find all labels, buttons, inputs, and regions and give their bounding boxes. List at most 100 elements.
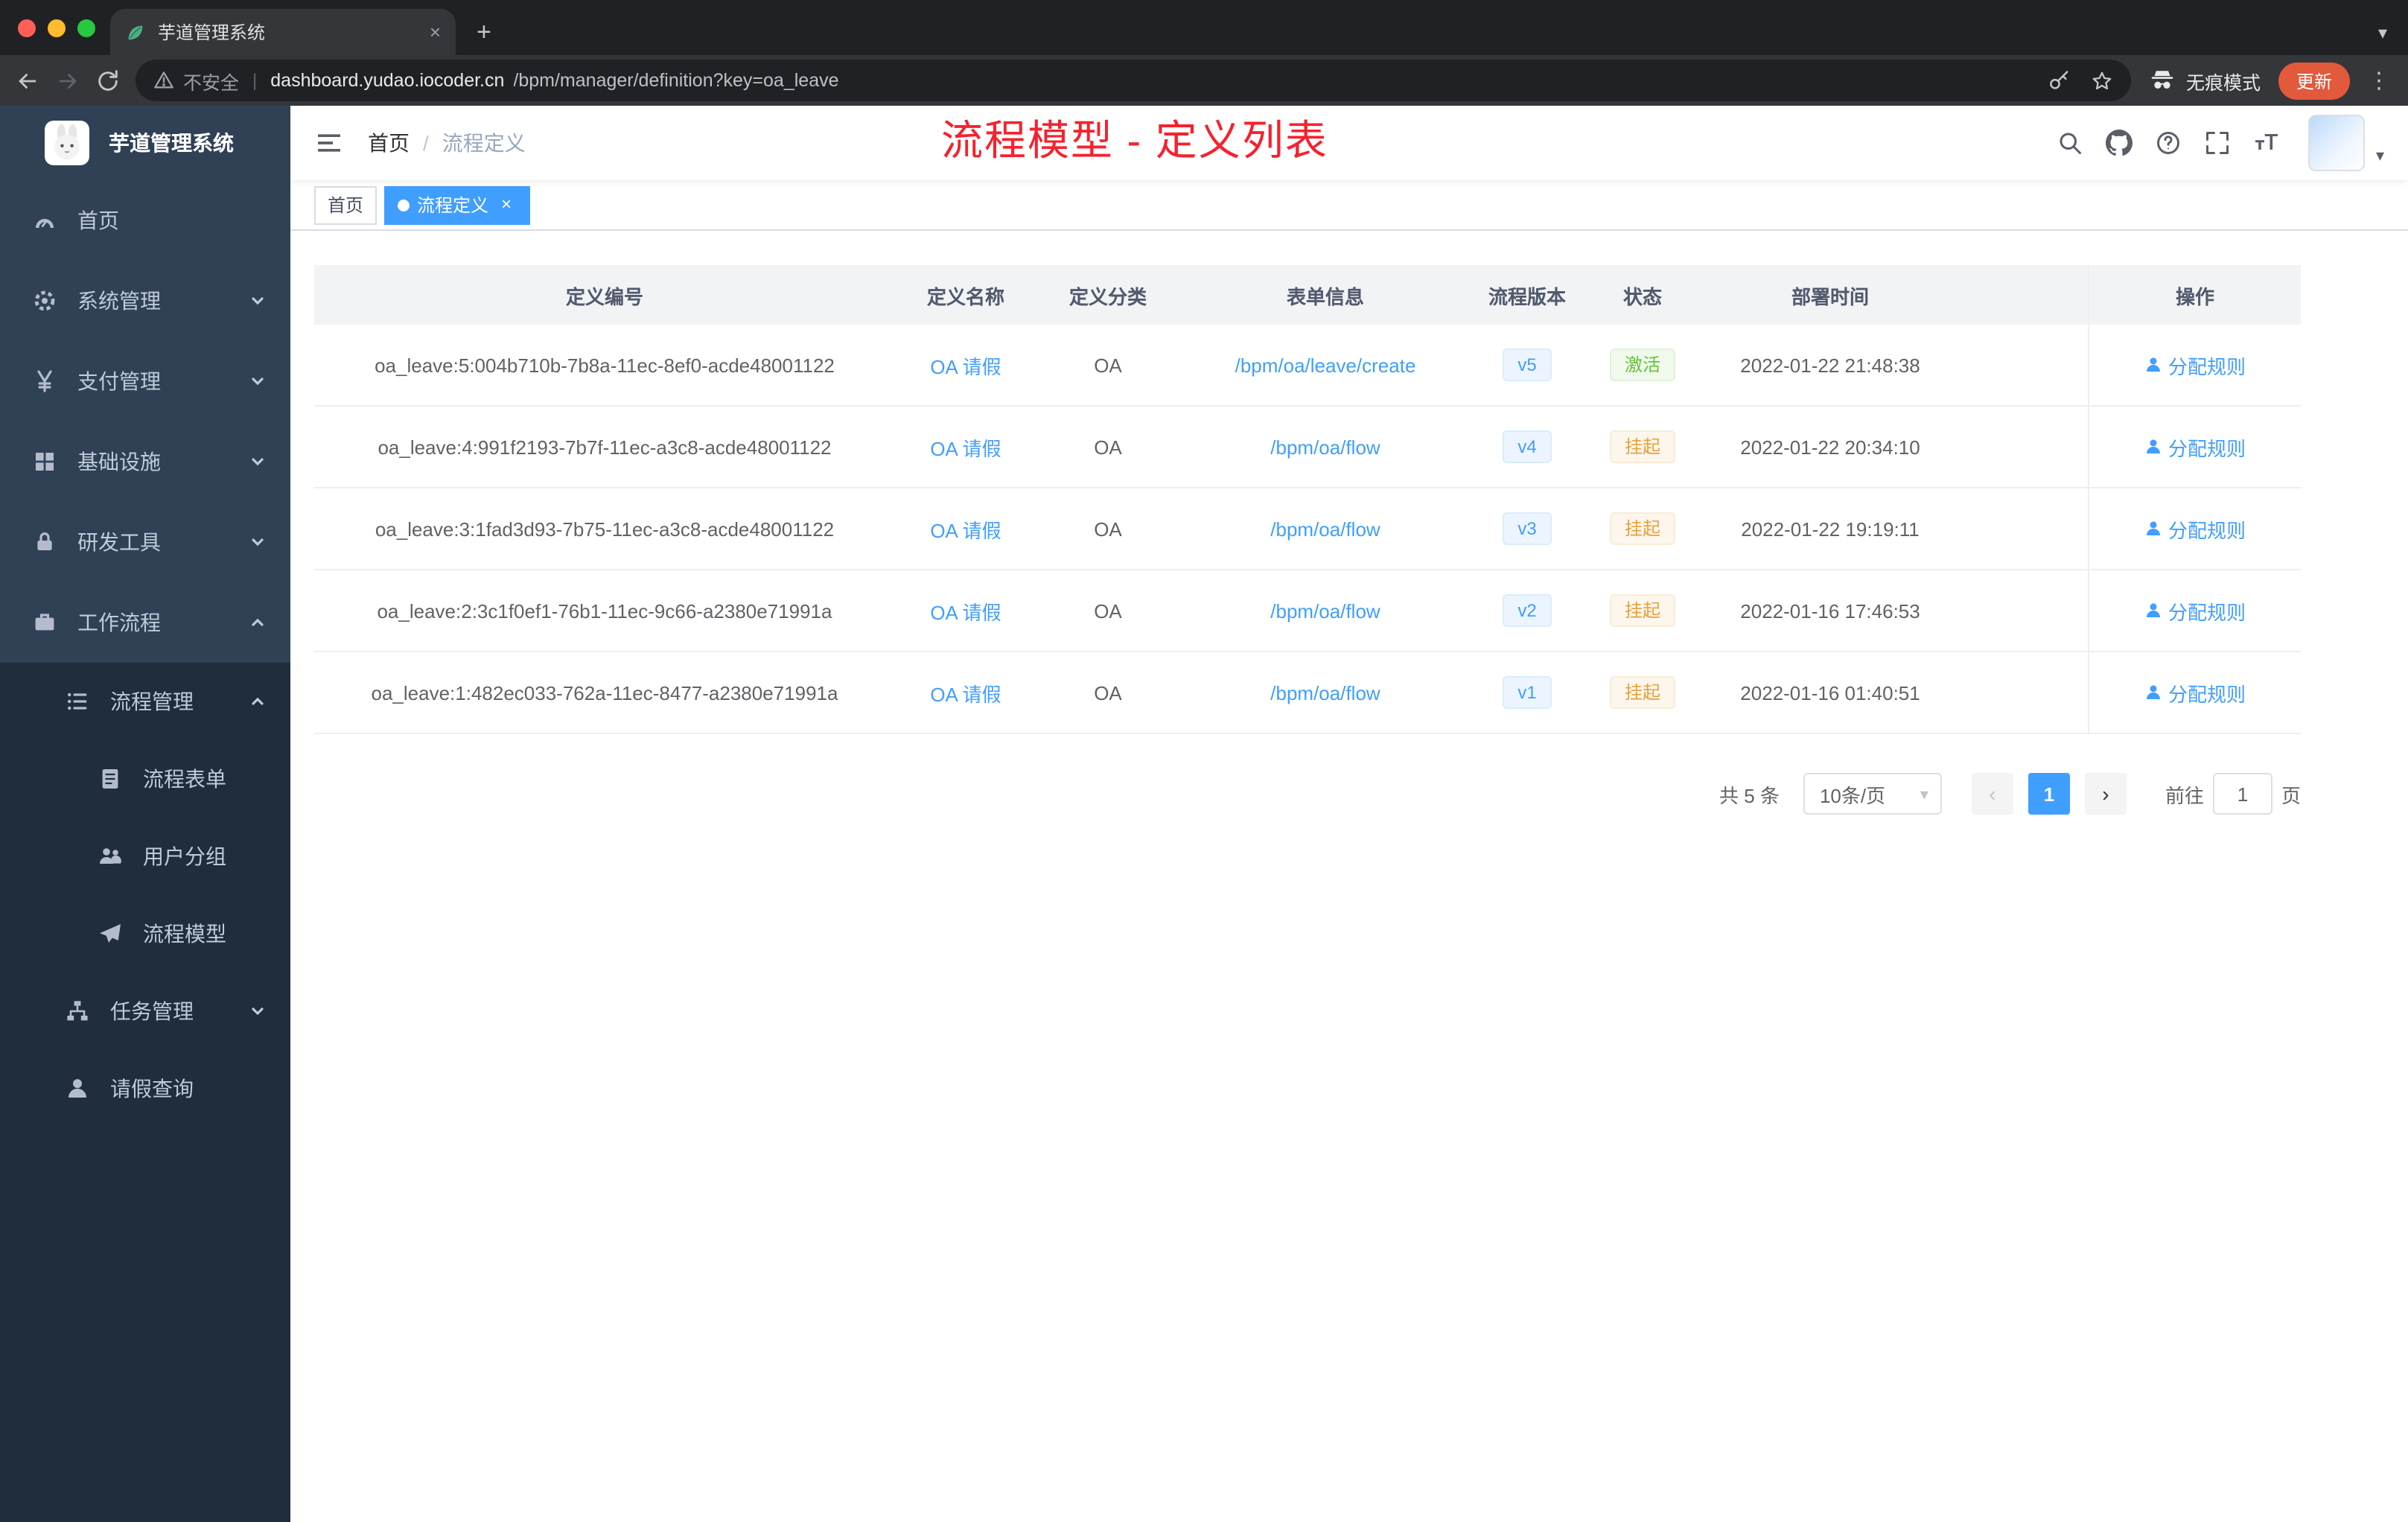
sidebar-item-task-manage[interactable]: 任务管理 [0,972,290,1050]
browser-tab[interactable]: 芋道管理系统 × [110,9,456,55]
column-header: 状态 [1622,285,1662,308]
main-area: 首页 / 流程定义 流程模型 - 定义列表 ▾ 首页 流程定义 × 定义编号 定… [290,106,2408,1522]
breadcrumb: 首页 / 流程定义 [368,128,526,158]
table-row: oa_leave:3:1fad3d93-7b75-11ec-a3c8-acde4… [314,488,2301,570]
page-number-1[interactable]: 1 [2028,773,2070,815]
tag-close-icon[interactable]: × [496,194,517,215]
chevron-down-icon [249,1002,267,1020]
minimize-window-button[interactable] [48,19,66,36]
tag-home[interactable]: 首页 [314,185,378,224]
sidebar-item-system[interactable]: 系统管理 [0,261,290,341]
definition-table: 定义编号 定义名称 定义分类 表单信息 流程版本 状态 部署时间 操作 oa_l… [314,265,2301,734]
assign-rule-link[interactable]: 分配规则 [2144,351,2246,379]
definition-category: OA [1094,518,1122,540]
definition-name-link[interactable]: OA 请假 [930,678,1001,707]
zoom-window-button[interactable] [77,19,95,36]
github-icon[interactable] [2106,130,2133,156]
paper-plane-icon [98,922,122,946]
sidebar-item-process-form[interactable]: 流程表单 [0,740,290,818]
prev-page-button[interactable]: ‹ [1971,773,2013,815]
version-badge: v3 [1503,512,1552,545]
sidebar-item-home[interactable]: 首页 [0,180,290,261]
next-page-button[interactable]: › [2084,773,2127,815]
fullscreen-icon[interactable] [2205,130,2232,156]
reload-icon[interactable] [95,68,121,93]
form-info-link[interactable]: /bpm/oa/flow [1270,681,1380,704]
version-badge: v1 [1503,676,1552,709]
user-icon [2144,684,2162,701]
form-info-link[interactable]: /bpm/oa/flow [1270,518,1380,540]
deploy-time: 2022-01-22 19:19:11 [1741,518,1920,540]
tab-close-icon[interactable]: × [430,21,441,43]
sidebar-item-user-group[interactable]: 用户分组 [0,818,290,895]
deploy-time: 2022-01-16 01:40:51 [1740,681,1920,704]
sidebar-item-workflow[interactable]: 工作流程 [0,582,290,663]
definition-name-link[interactable]: OA 请假 [930,596,1001,625]
column-header: 流程版本 [1488,285,1566,308]
sidebar-item-label: 流程管理 [110,690,194,713]
chevron-up-icon [249,614,267,631]
avatar-caret-down-icon[interactable]: ▾ [2376,146,2384,165]
briefcase-icon [33,611,57,634]
password-key-icon[interactable] [2048,69,2070,92]
sidebar-logo[interactable]: 芋道管理系统 [0,106,290,180]
column-header: 定义分类 [1068,285,1147,308]
sidebar-item-process-manage[interactable]: 流程管理 [0,663,290,740]
chevron-down-icon [249,453,267,471]
search-icon[interactable] [2057,130,2084,156]
forward-icon[interactable] [55,68,80,93]
assign-rule-link[interactable]: 分配规则 [2144,515,2246,543]
tab-favicon [125,22,146,42]
goto-page-input[interactable] [2212,773,2272,815]
sidebar-item-process-model[interactable]: 流程模型 [0,895,290,972]
sidebar-item-leave-query[interactable]: 请假查询 [0,1050,290,1127]
version-badge: v2 [1503,594,1552,627]
font-size-icon[interactable] [2254,130,2281,156]
assign-rule-link[interactable]: 分配规则 [2144,433,2246,461]
assign-rule-label: 分配规则 [2167,683,2246,705]
definition-name-link[interactable]: OA 请假 [930,351,1001,379]
form-info-link[interactable]: /bpm/oa/leave/create [1235,354,1416,376]
breadcrumb-home[interactable]: 首页 [368,128,410,158]
browser-menu-icon[interactable]: ⋮ [2365,67,2393,94]
sidebar: 芋道管理系统 首页 系统管理 支付管理 基础设施 研发工具 工作流程 流程管理 … [0,106,290,1522]
address-bar[interactable]: 不安全 | dashboard.yudao.iocoder.cn /bpm/ma… [136,60,2131,101]
bookmark-star-icon[interactable] [2091,69,2113,92]
status-badge: 挂起 [1609,512,1675,545]
page-size-select[interactable]: 10条/页 ▾ [1803,773,1942,815]
chevron-down-icon [249,533,267,551]
column-header: 表单信息 [1286,285,1364,308]
sidebar-item-devtools[interactable]: 研发工具 [0,502,290,582]
sidebar-collapse-icon[interactable] [314,128,344,158]
close-window-button[interactable] [18,19,36,36]
sidebar-item-infrastructure[interactable]: 基础设施 [0,421,290,502]
tag-process-definition[interactable]: 流程定义 × [384,185,531,224]
sidebar-item-label: 基础设施 [77,450,161,474]
definition-name-link[interactable]: OA 请假 [930,433,1001,461]
form-info-link[interactable]: /bpm/oa/flow [1270,436,1380,458]
new-tab-button[interactable]: + [477,18,491,48]
form-info-link[interactable]: /bpm/oa/flow [1270,599,1380,622]
assign-rule-link[interactable]: 分配规则 [2144,596,2246,625]
definition-id: oa_leave:5:004b710b-7b8a-11ec-8ef0-acde4… [375,354,835,376]
column-header: 部署时间 [1791,285,1869,308]
users-icon [98,844,122,868]
assign-rule-link[interactable]: 分配规则 [2144,678,2246,707]
user-avatar[interactable] [2308,115,2366,171]
back-icon[interactable] [15,68,40,93]
user-icon [2144,602,2162,620]
sidebar-item-label: 流程表单 [143,767,226,791]
not-secure-warning-icon[interactable] [153,70,174,91]
app-window: 芋道管理系统 首页 系统管理 支付管理 基础设施 研发工具 工作流程 流程管理 … [0,106,2408,1522]
security-label[interactable]: 不安全 [183,66,239,95]
help-icon[interactable] [2156,130,2182,156]
definition-name-link[interactable]: OA 请假 [930,515,1001,543]
breadcrumb-current: 流程定义 [442,131,526,155]
tab-search-chevron-icon[interactable]: ▾ [2378,22,2387,43]
user-icon [2144,438,2162,456]
sidebar-item-label: 支付管理 [77,369,161,393]
sidebar-item-payment[interactable]: 支付管理 [0,341,290,421]
chrome-update-button[interactable]: 更新 [2278,62,2350,99]
dashboard-icon [33,208,57,232]
browser-toolbar: 不安全 | dashboard.yudao.iocoder.cn /bpm/ma… [0,55,2408,106]
